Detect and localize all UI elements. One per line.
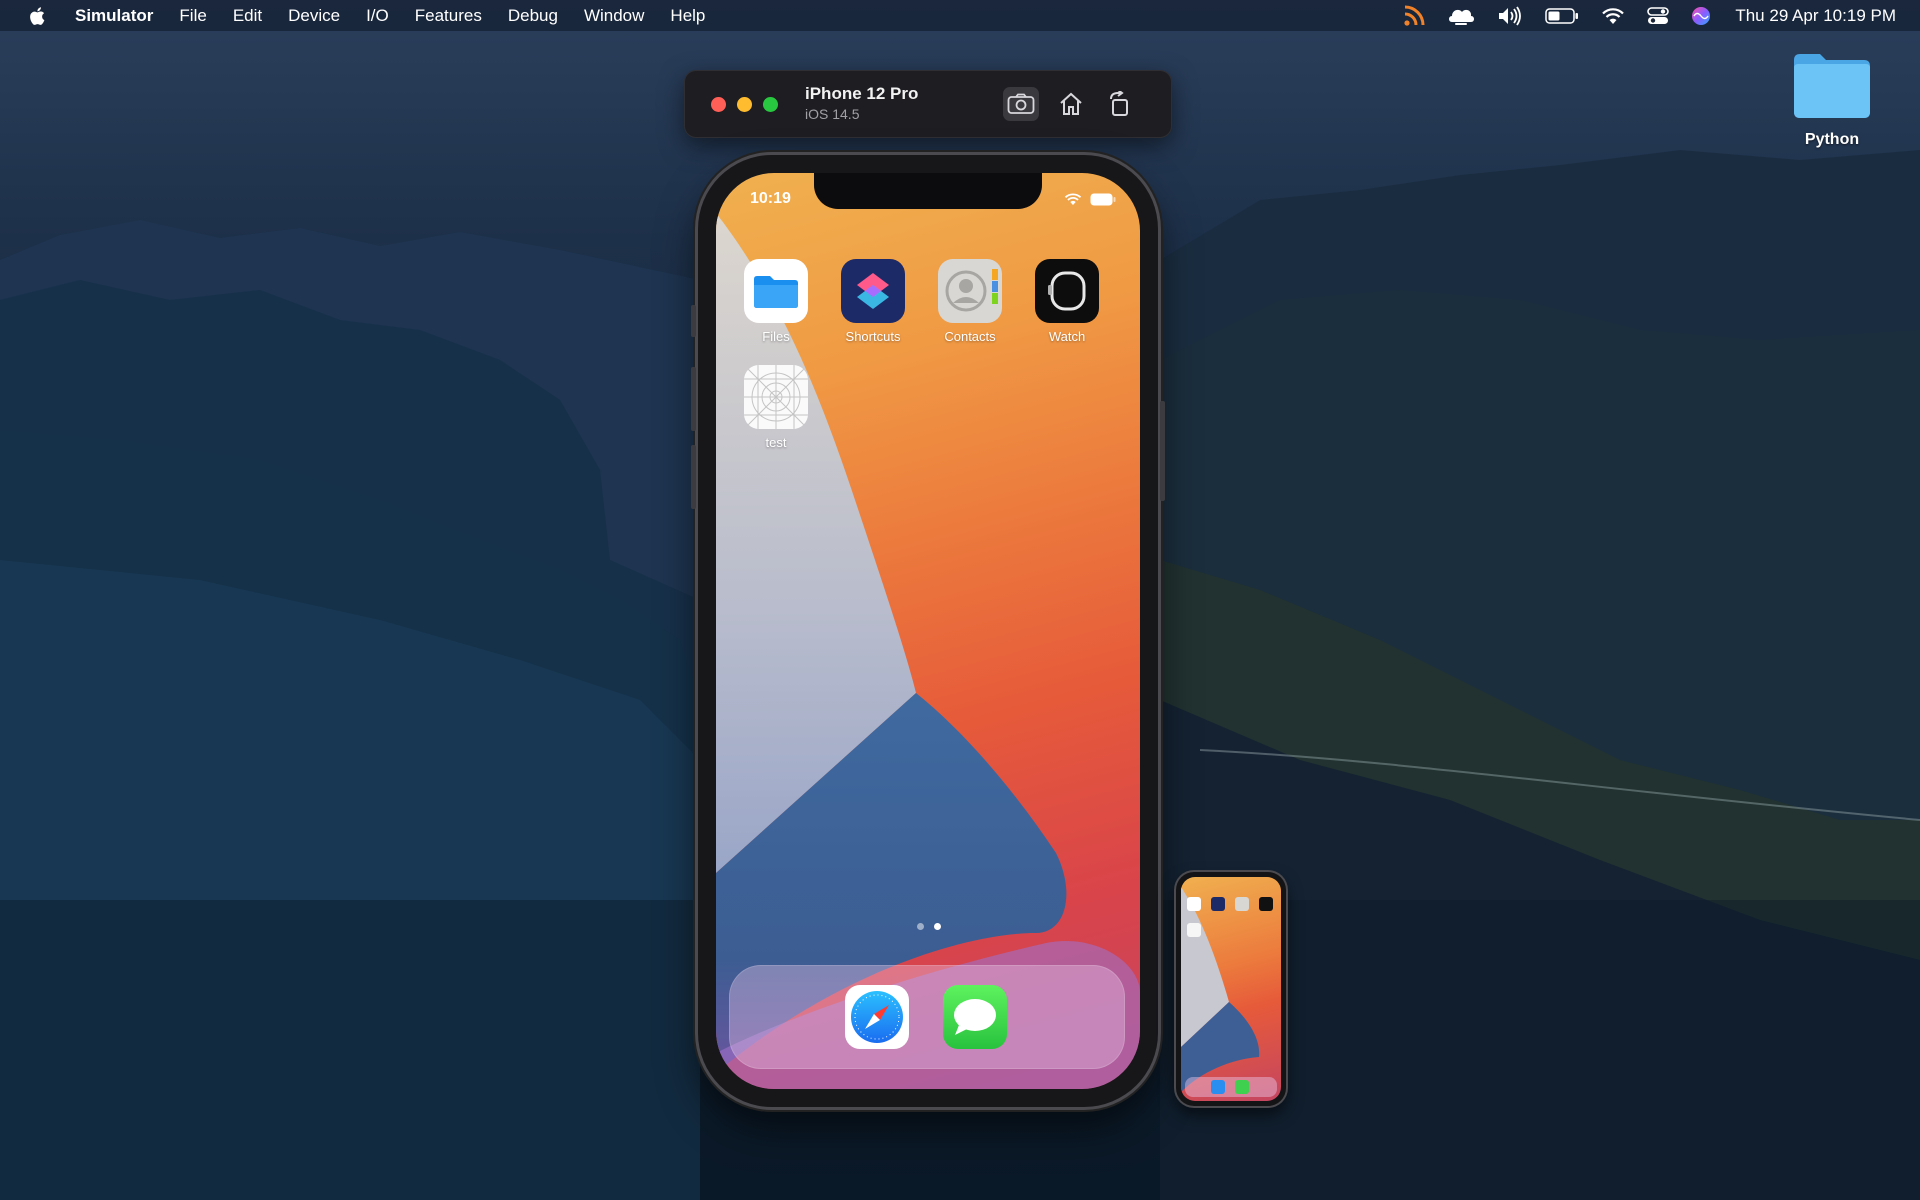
page-dot-2[interactable] [934, 923, 941, 930]
home-button[interactable] [1053, 87, 1089, 121]
folder-label: Python [1804, 131, 1860, 148]
apple-menu-icon[interactable] [27, 5, 49, 27]
mini-test-icon [1187, 923, 1201, 937]
screenshot-button[interactable] [1003, 87, 1039, 121]
minimize-button[interactable] [737, 97, 752, 112]
screenshot-icon [1007, 93, 1035, 114]
page-dot-1[interactable] [917, 923, 924, 930]
mute-switch [691, 305, 696, 337]
ios-status-icons [1064, 193, 1116, 206]
iphone-home-screen[interactable]: 10:19 Files Shortcuts Contacts Watch tes… [716, 173, 1140, 1089]
mini-contacts-icon [1235, 897, 1249, 911]
wifi-icon[interactable] [1601, 7, 1625, 25]
zoom-button[interactable] [763, 97, 778, 112]
mini-watch-icon [1259, 897, 1273, 911]
menu-bar: Simulator File Edit Device I/O Features … [0, 0, 1920, 31]
menu-help[interactable]: Help [670, 6, 705, 26]
app-shortcuts[interactable]: Shortcuts [833, 259, 913, 344]
ios-wifi-icon [1064, 193, 1082, 205]
siri-icon[interactable] [1691, 6, 1711, 26]
app-label-watch: Watch [1048, 329, 1086, 344]
watch-icon [1035, 259, 1099, 323]
app-label-shortcuts: Shortcuts [845, 329, 901, 344]
app-files[interactable]: Files [736, 259, 816, 344]
menu-features[interactable]: Features [415, 6, 482, 26]
shortcuts-icon [841, 259, 905, 323]
cloud-app-icon[interactable] [1447, 5, 1475, 27]
messages-icon[interactable] [943, 985, 1007, 1049]
mini-shortcuts-icon [1211, 897, 1225, 911]
device-name: iPhone 12 Pro [805, 84, 919, 103]
mini-device-preview[interactable] [1176, 872, 1286, 1106]
volume-icon[interactable] [1497, 6, 1523, 26]
side-button [1160, 401, 1165, 501]
files-icon [744, 259, 808, 323]
mini-files-icon [1187, 897, 1201, 911]
ios-dock [729, 965, 1125, 1069]
menu-edit[interactable]: Edit [233, 6, 262, 26]
folder-icon [1794, 54, 1870, 118]
mini-preview-screen [1181, 877, 1281, 1101]
volume-down-button [691, 445, 696, 509]
control-center-icon[interactable] [1647, 6, 1670, 26]
battery-icon[interactable] [1545, 7, 1579, 24]
close-button[interactable] [711, 97, 726, 112]
home-icon [1060, 92, 1082, 115]
page-indicator[interactable] [912, 923, 946, 930]
placeholder-app-icon [744, 365, 808, 429]
menu-window[interactable]: Window [584, 6, 644, 26]
mini-messages-icon [1235, 1080, 1249, 1094]
mini-safari-icon [1211, 1080, 1225, 1094]
menu-io[interactable]: I/O [366, 6, 389, 26]
safari-icon[interactable] [845, 985, 909, 1049]
iphone-device-frame: 10:19 Files Shortcuts Contacts Watch tes… [691, 155, 1165, 1107]
app-watch[interactable]: Watch [1027, 259, 1107, 344]
app-label-files: Files [762, 329, 790, 344]
simulator-toolbar: iPhone 12 Pro iOS 14.5 [684, 70, 1172, 138]
rotate-button[interactable] [1102, 87, 1138, 121]
mini-dock [1185, 1077, 1277, 1097]
rss-icon[interactable] [1403, 5, 1425, 27]
desktop-folder-python[interactable]: Python [1786, 50, 1878, 149]
ios-status-time: 10:19 [750, 190, 791, 207]
ios-battery-icon [1090, 193, 1116, 206]
iphone-notch [814, 173, 1042, 209]
menubar-clock[interactable]: Thu 29 Apr 10:19 PM [1735, 6, 1896, 26]
app-contacts[interactable]: Contacts [930, 259, 1010, 344]
menu-app-simulator[interactable]: Simulator [75, 6, 153, 26]
menu-debug[interactable]: Debug [508, 6, 558, 26]
os-version: iOS 14.5 [805, 106, 860, 122]
menu-file[interactable]: File [179, 6, 206, 26]
status-area: Thu 29 Apr 10:19 PM [1381, 0, 1896, 31]
volume-up-button [691, 367, 696, 431]
rotate-icon [1110, 91, 1128, 116]
menu-device[interactable]: Device [288, 6, 340, 26]
app-label-contacts: Contacts [944, 329, 996, 344]
app-label-test: test [765, 435, 787, 450]
app-test[interactable]: test [736, 365, 816, 450]
contacts-icon [938, 259, 1002, 323]
